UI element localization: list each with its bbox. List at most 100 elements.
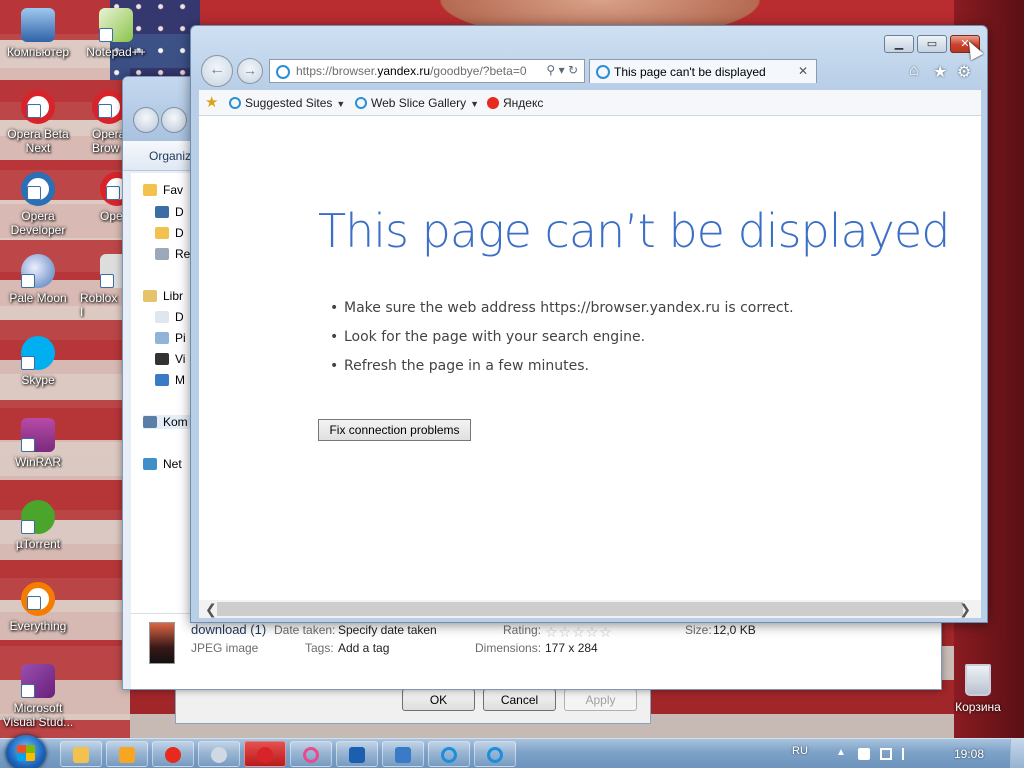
opera-beta-icon xyxy=(21,90,55,124)
horizontal-scrollbar[interactable]: ❮ ❯ xyxy=(199,600,981,618)
pale-moon-taskbar-icon xyxy=(211,747,227,763)
show-desktop-button[interactable] xyxy=(1010,739,1024,768)
error-title: This page can’t be displayed xyxy=(318,204,950,258)
network-tray-icon[interactable] xyxy=(880,748,892,760)
desktop-icon-winrar[interactable]: WinRAR xyxy=(0,418,76,469)
desktop-icon-computer[interactable]: Компьютер xyxy=(0,8,76,59)
ok-button[interactable]: OK xyxy=(402,689,475,711)
scroll-left-icon[interactable]: ❮ xyxy=(205,600,217,618)
taskbar-remote-desktop[interactable] xyxy=(382,741,424,767)
star-icon xyxy=(143,184,157,196)
taskbar-ie-2[interactable] xyxy=(474,741,516,767)
start-button[interactable] xyxy=(6,735,46,768)
visual-studio-icon xyxy=(21,664,55,698)
tab-ie-icon xyxy=(596,65,610,79)
page-content: This page can’t be displayed Make sure t… xyxy=(199,116,981,600)
details-tags-value[interactable]: Add a tag xyxy=(338,641,389,655)
dropdown-icon[interactable]: ▾ xyxy=(559,63,565,77)
action-center-flag-icon[interactable] xyxy=(902,748,914,760)
desktop-icon-label: Opera Beta Next xyxy=(7,127,69,155)
taskbar-opera-dev[interactable] xyxy=(290,741,332,767)
favorites-star-icon[interactable]: ★ xyxy=(933,62,947,82)
back-button[interactable]: ← xyxy=(201,55,233,87)
desktop-icon xyxy=(155,206,169,218)
refresh-icon[interactable]: ↻ xyxy=(568,63,578,77)
taskbar: RU ▲ 19:08 xyxy=(0,735,1024,768)
recycle-bin-icon xyxy=(965,664,991,696)
desktop-icon-visual-studio[interactable]: Microsoft Visual Stud... xyxy=(0,664,76,729)
details-filename: download (1) xyxy=(191,622,267,637)
home-icon[interactable]: ⌂ xyxy=(909,62,919,80)
desktop-icon-label: Everything xyxy=(9,619,67,633)
desktop-icon-pale-moon[interactable]: Pale Moon xyxy=(0,254,76,305)
details-rating-label: Rating: xyxy=(503,623,542,637)
details-size-label: Size: xyxy=(685,623,712,637)
show-hidden-icons-icon[interactable]: ▲ xyxy=(836,747,848,759)
documents-icon xyxy=(155,311,169,323)
opera-dev-taskbar-icon xyxy=(303,747,319,763)
taskbar-pale-moon[interactable] xyxy=(198,741,240,767)
taskbar-explorer[interactable] xyxy=(60,741,102,767)
desktop-icon-opera-beta[interactable]: Opera Beta Next xyxy=(0,90,76,155)
network-icon xyxy=(143,458,157,470)
desktop-icon-notepadpp[interactable]: Notepad++ xyxy=(78,8,154,59)
desktop-icon-utorrent[interactable]: µTorrent xyxy=(0,500,76,551)
opera-icon-2 xyxy=(100,172,124,206)
desktop-icon-everything[interactable]: Everything xyxy=(0,582,76,633)
details-size-value: 12,0 KB xyxy=(713,623,756,637)
volume-muted-icon[interactable] xyxy=(858,748,870,760)
winrar-icon xyxy=(21,418,55,452)
roblox-icon xyxy=(100,254,124,288)
tab-close-icon[interactable]: ✕ xyxy=(798,64,808,78)
computer-icon xyxy=(21,8,55,42)
details-date-taken-value[interactable]: Specify date taken xyxy=(338,623,437,637)
clock[interactable]: 19:08 xyxy=(954,747,984,761)
desktop-icon-opera-developer[interactable]: Opera Developer xyxy=(0,172,76,237)
computer-small-icon xyxy=(143,416,157,428)
details-tags-label: Tags: xyxy=(305,641,334,655)
desktop-icon-roblox[interactable]: Roblox I xyxy=(78,254,124,319)
web-slice-gallery[interactable]: Web Slice Gallery ▼ xyxy=(355,96,479,110)
rating-stars[interactable]: ☆☆☆☆☆ xyxy=(545,624,613,641)
desktop-icon-skype[interactable]: Skype xyxy=(0,336,76,387)
desktop-icon-label: Roblox I xyxy=(80,291,118,319)
forward-button[interactable]: → xyxy=(237,58,263,84)
ie-page-icon xyxy=(276,65,290,79)
fix-connection-button[interactable]: Fix connection problems xyxy=(318,419,471,441)
taskbar-yandex[interactable] xyxy=(152,741,194,767)
desktop-icon-label: Pale Moon xyxy=(9,291,67,305)
organize-menu[interactable]: Organiz xyxy=(149,149,191,163)
explorer-back-button[interactable] xyxy=(133,107,159,133)
desktop-icon-opera[interactable]: Opera Brow xyxy=(78,90,124,155)
taskbar-outlook[interactable] xyxy=(336,741,378,767)
cancel-button[interactable]: Cancel xyxy=(483,689,556,711)
address-bar-actions[interactable]: ⚲ ▾ ↻ xyxy=(546,63,578,77)
settings-gear-icon[interactable]: ⚙ xyxy=(957,62,971,82)
language-indicator[interactable]: RU xyxy=(792,745,808,757)
taskbar-opera[interactable] xyxy=(244,741,286,767)
suggested-sites[interactable]: Suggested Sites ▼ xyxy=(229,96,345,110)
address-bar[interactable]: https://browser.yandex.ru/goodbye/?beta=… xyxy=(269,59,585,83)
desktop-icon-opera-2[interactable]: Ope xyxy=(78,172,124,223)
ie-small-icon xyxy=(229,97,241,109)
remote-desktop-icon xyxy=(395,747,411,763)
explorer-forward-button[interactable] xyxy=(161,107,187,133)
scroll-right-icon[interactable]: ❯ xyxy=(959,600,971,618)
explorer-icon xyxy=(73,747,89,763)
details-filetype: JPEG image xyxy=(191,641,259,655)
dropdown-arrow-icon: ▼ xyxy=(336,99,346,109)
details-dimensions-value: 177 x 284 xyxy=(545,641,598,655)
ie-taskbar-icon-2 xyxy=(487,747,503,763)
yandex-favorite[interactable]: Яндекс xyxy=(487,96,543,110)
add-favorites-star-icon[interactable]: ★ xyxy=(205,93,218,111)
search-icon[interactable]: ⚲ xyxy=(546,63,555,77)
desktop-icon-recycle-bin[interactable]: Корзина xyxy=(948,664,1008,714)
minimize-button[interactable]: ▁ xyxy=(884,35,914,53)
opera-icon xyxy=(92,90,124,124)
scrollbar-thumb[interactable] xyxy=(217,602,963,616)
apply-button[interactable]: Apply xyxy=(564,689,637,711)
taskbar-media-player[interactable] xyxy=(106,741,148,767)
browser-tab[interactable]: This page can't be displayed ✕ xyxy=(589,59,817,83)
taskbar-ie[interactable] xyxy=(428,741,470,767)
maximize-button[interactable]: ▭ xyxy=(917,35,947,53)
